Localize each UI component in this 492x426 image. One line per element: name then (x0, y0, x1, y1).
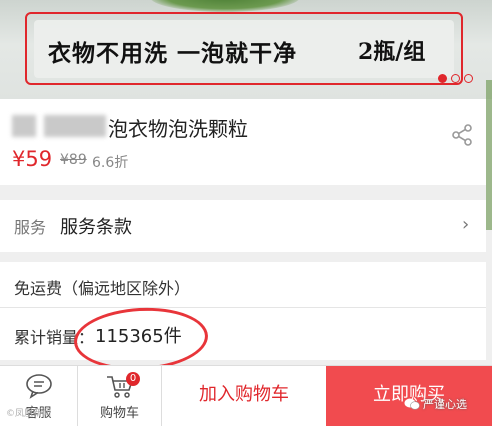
shipping-row: 免运费（偏远地区除外） (0, 262, 486, 308)
watermark-right: 严谨心选 (404, 396, 467, 412)
cart-badge: 0 (126, 372, 140, 386)
blurred-brand-part-2 (44, 115, 106, 137)
red-highlight-frame (25, 12, 463, 85)
add-to-cart-button[interactable]: 加入购物车 (162, 366, 326, 426)
chevron-right-icon: › (462, 214, 470, 235)
original-price: ¥89 (60, 152, 87, 168)
service-row[interactable]: 服务 服务条款 › (0, 200, 486, 252)
product-title: 泡衣物泡洗颗粒 (108, 117, 248, 141)
product-info: 泡衣物泡洗颗粒 ¥59 ¥89 6.6折 (0, 99, 486, 185)
carousel-indicator (438, 74, 473, 83)
cart-tab[interactable]: 0 购物车 (78, 366, 162, 426)
chat-bubble-icon (25, 374, 52, 399)
carousel-dot-1[interactable] (438, 74, 447, 83)
share-icon[interactable] (450, 123, 474, 147)
cart-label: 购物车 (99, 406, 139, 421)
carousel-dot-2[interactable] (451, 74, 460, 83)
watermark-left: ©凤凰新闻 (6, 409, 52, 419)
blurred-brand-part-1 (12, 115, 36, 137)
sales-row: 累计销量： 115365件 (0, 304, 486, 374)
banner-image-foliage (150, 0, 300, 12)
carousel-dot-3[interactable] (464, 74, 473, 83)
edge-image-strip (486, 80, 492, 230)
watermark-right-text: 严谨心选 (423, 398, 467, 411)
red-circle-annotation (72, 304, 210, 374)
shipping-text: 免运费（偏远地区除外） (14, 279, 191, 298)
product-banner[interactable]: 衣物不用洗 一泡就干净 2瓶/组 (0, 0, 492, 99)
service-label: 服务 (14, 218, 47, 237)
wechat-icon (404, 398, 420, 410)
current-price: ¥59 (12, 147, 53, 171)
discount-rate: 6.6折 (92, 155, 129, 171)
service-terms: 服务条款 (60, 217, 132, 238)
